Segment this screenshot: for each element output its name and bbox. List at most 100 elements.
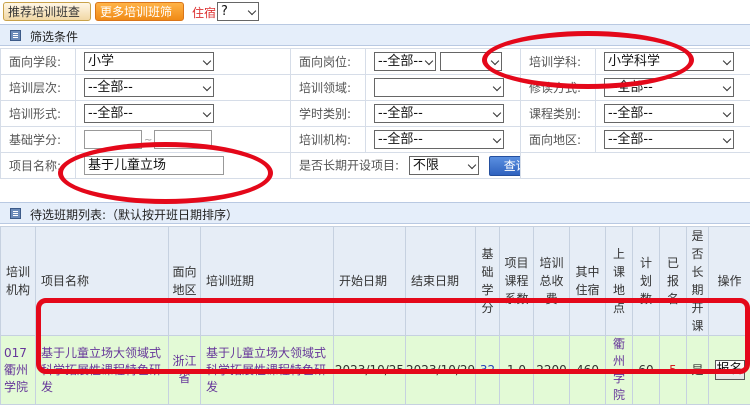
mode-select[interactable]: --全部-- [604,78,734,97]
project-name-input[interactable]: 基于儿童立场 [84,156,224,175]
col-header-action: 操作 [709,227,750,336]
query-button[interactable]: 查询 [489,156,521,176]
chevron-down-icon [203,57,211,65]
post-select-value: --全部-- [378,54,423,69]
cell-credit: 32 [476,336,500,405]
dorm-select[interactable]: ? [217,2,259,21]
cell-project: 基于儿童立场大领域式科学拓展性课程特色研发 [36,336,169,405]
col-header-enrolled: 已报名 [660,227,687,336]
results-table: 培训机构 项目名称 面向地区 培训班期 开始日期 结束日期 基础学分 项目课程系… [0,226,750,405]
longterm-select-value: 不限 [413,158,439,173]
results-section-header: 待选班期列表:（默认按开班日期排序） [0,202,750,224]
cell-coef: 1.0 [500,336,534,405]
cell-longterm: 是 [687,336,709,405]
credit-min-input[interactable] [84,130,142,149]
subject-label: 培训学科: [521,49,596,75]
form-select-value: --全部-- [88,106,133,121]
hours-select-value: --全部-- [378,106,423,121]
apply-button[interactable]: 报名 [715,360,745,380]
chevron-down-icon [425,57,433,65]
filter-section-title: 筛选条件 [30,28,78,45]
col-header-place: 上课地点 [606,227,633,336]
region-label: 面向地区: [521,127,596,153]
chevron-down-icon [248,7,256,15]
subject-select-value: 小学科学 [608,54,660,69]
longterm-label: 是否长期开设项目: [299,158,399,172]
col-header-org: 培训机构 [1,227,36,336]
subject-select[interactable]: 小学科学 [604,52,734,71]
col-header-fee: 培训总收费 [534,227,570,336]
course-type-label: 课程类别: [521,101,596,127]
longterm-select[interactable]: 不限 [409,156,479,175]
org-select[interactable]: --全部-- [374,130,504,149]
col-header-end: 结束日期 [406,227,476,336]
org-select-value: --全部-- [378,132,423,147]
org-label: 培训机构: [291,127,366,153]
region-select[interactable]: --全部-- [604,130,734,149]
chevron-down-icon [723,109,731,117]
mode-label: 修读方式: [521,75,596,101]
credit-label: 基础学分: [1,127,76,153]
cell-plan: 60 [633,336,660,405]
cell-place: 衢州学院 [606,336,633,405]
filter-section-header: 筛选条件 [0,24,750,46]
course-type-select-value: --全部-- [608,106,653,121]
list-icon [10,208,21,219]
chevron-down-icon [493,109,501,117]
chevron-down-icon [723,83,731,91]
stage-label: 面向学段: [1,49,76,75]
chevron-down-icon [493,83,501,91]
col-header-region: 面向地区 [169,227,201,336]
dorm-label: 住宿 [192,4,216,21]
stage-select[interactable]: 小学 [84,52,214,71]
credit-range-separator: ~ [144,135,152,146]
course-type-select[interactable]: --全部-- [604,104,734,123]
top-tab-bar: 推荐培训班查询 更多培训班筛选 住宿 ? [0,0,750,23]
results-section-title: 待选班期列表:（默认按开班日期排序） [30,206,238,223]
form-label: 培训形式: [1,101,76,127]
cell-end: 2023/10/29 [406,336,476,405]
filter-form: 面向学段: 小学 面向岗位: --全部-- 培训学科: 小学科学 培训层次: -… [0,48,750,179]
credit-max-input[interactable] [154,130,212,149]
hours-select[interactable]: --全部-- [374,104,504,123]
level-label: 培训层次: [1,75,76,101]
cell-fee: 2200 [534,336,570,405]
project-label: 项目名称: [1,153,76,179]
level-select[interactable]: --全部-- [84,78,214,97]
col-header-plan: 计划数 [633,227,660,336]
cell-start: 2023/10/25 [334,336,406,405]
col-header-longterm: 是否长期开课 [687,227,709,336]
col-header-credit: 基础学分 [476,227,500,336]
chevron-down-icon [491,57,499,65]
mode-select-value: --全部-- [608,80,653,95]
col-header-dorm: 其中住宿 [570,227,606,336]
col-header-session: 培训班期 [201,227,334,336]
hours-label: 学时类别: [291,101,366,127]
col-header-start: 开始日期 [334,227,406,336]
col-header-project: 项目名称 [36,227,169,336]
cell-org: 017衢州学院 [1,336,36,405]
post-select[interactable]: --全部-- [374,52,436,71]
table-row: 017衢州学院 基于儿童立场大领域式科学拓展性课程特色研发 浙江省 基于儿童立场… [1,336,750,405]
cell-session[interactable]: 基于儿童立场大领域式科学拓展性课程特色研发 [201,336,334,405]
tab-more-filter[interactable]: 更多培训班筛选 [95,2,184,21]
field-select[interactable] [374,78,504,97]
post-sub-select[interactable] [440,52,502,71]
cell-enrolled: 5 [660,336,687,405]
post-label: 面向岗位: [291,49,366,75]
chevron-down-icon [203,109,211,117]
cell-region: 浙江省 [169,336,201,405]
cell-action: 报名 [709,336,750,405]
region-select-value: --全部-- [608,132,653,147]
stage-select-value: 小学 [88,54,114,69]
tab-recommended[interactable]: 推荐培训班查询 [3,2,91,21]
form-select[interactable]: --全部-- [84,104,214,123]
chevron-down-icon [723,57,731,65]
field-label: 培训领域: [291,75,366,101]
level-select-value: --全部-- [88,80,133,95]
list-icon [10,30,21,41]
dorm-select-value: ? [221,4,228,19]
col-header-coef: 项目课程系数 [500,227,534,336]
chevron-down-icon [723,135,731,143]
cell-dorm: 460 [570,336,606,405]
